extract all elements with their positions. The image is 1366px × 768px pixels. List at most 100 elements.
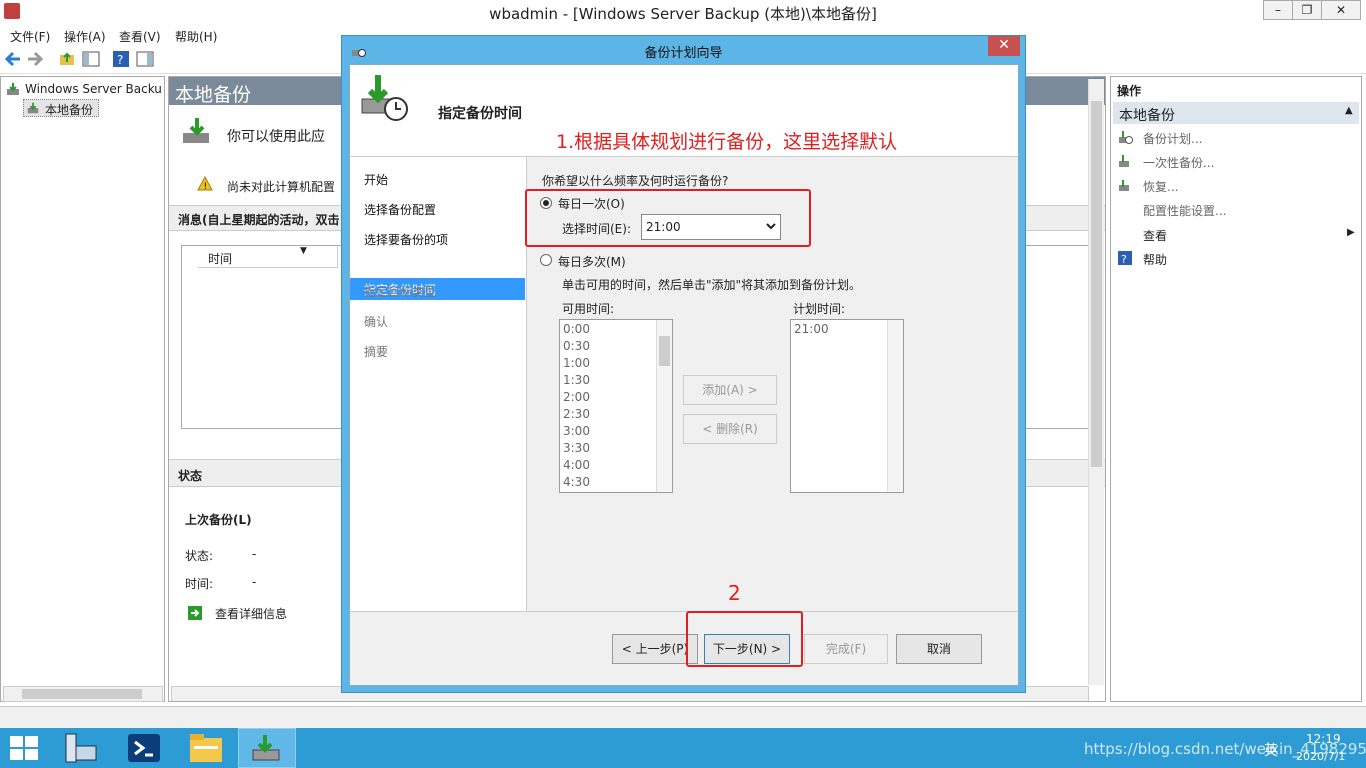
scheduled-times-list[interactable]: 21:00 — [790, 319, 904, 493]
server-backup-icon — [7, 83, 19, 95]
status-bar — [0, 706, 1366, 728]
step-target-type[interactable]: 指定目标类型 — [364, 283, 436, 300]
available-times-list[interactable]: 0:00 0:30 1:00 1:30 2:00 2:30 3:00 3:30 … — [559, 319, 673, 493]
minimize-button[interactable]: – — [1263, 0, 1293, 20]
tree-horizontal-scrollbar[interactable] — [3, 686, 163, 702]
time-option[interactable]: 0:30 — [563, 339, 590, 353]
menu-help[interactable]: 帮助(H) — [175, 28, 217, 45]
time-option[interactable]: 1:00 — [563, 356, 590, 370]
time-option[interactable]: 4:00 — [563, 458, 590, 472]
show-hide-tree-icon[interactable] — [82, 50, 100, 68]
status-header: 状态 — [178, 469, 203, 483]
svg-text:!: ! — [204, 182, 208, 192]
add-time-button[interactable]: 添加(A) > — [683, 375, 777, 405]
status-value: - — [252, 547, 257, 561]
show-hide-action-pane-icon[interactable] — [136, 50, 154, 68]
time-option[interactable]: 2:00 — [563, 390, 590, 404]
time-option[interactable]: 1:30 — [563, 373, 590, 387]
action-configure-performance[interactable]: 配置性能设置... — [1143, 202, 1226, 219]
menu-file[interactable]: 文件(F) — [10, 28, 50, 45]
scheduled-time[interactable]: 21:00 — [794, 322, 829, 336]
backup-large-icon — [183, 118, 209, 143]
taskbar: https://blog.csdn.net/weixin_41982957 英 … — [0, 728, 1366, 768]
help-icon[interactable]: ? — [112, 50, 130, 68]
details-arrow-icon — [188, 606, 202, 620]
available-times-label: 可用时间: — [562, 302, 615, 316]
tree-item-label: 本地备份 — [45, 103, 94, 117]
menu-view[interactable]: 查看(V) — [119, 28, 161, 45]
annotation-step-1: 1.根据具体规划进行备份，这里选择默认 — [556, 131, 898, 153]
center-heading: 本地备份 — [175, 84, 252, 106]
recover-icon — [1119, 180, 1129, 191]
step-summary[interactable]: 摘要 — [364, 343, 388, 360]
remove-time-button[interactable]: < 删除(R) — [683, 414, 777, 444]
multiple-daily-radio[interactable] — [540, 254, 552, 266]
time-option[interactable]: 3:00 — [563, 424, 590, 438]
wizard-title: 备份计划向导 — [644, 46, 723, 61]
actions-title: 操作 — [1117, 84, 1142, 98]
restore-button[interactable]: ❐ — [1292, 0, 1322, 20]
windows-start-icon[interactable] — [10, 736, 38, 760]
warning-text: 尚未对此计算机配置 — [227, 180, 336, 194]
time-option[interactable]: 3:30 — [563, 441, 590, 455]
annotation-step-2: 2 — [728, 581, 741, 605]
last-backup-heading: 上次备份(L) — [185, 513, 252, 527]
menu-action[interactable]: 操作(A) — [64, 28, 106, 45]
actions-section-bar[interactable]: 本地备份 ▲ — [1113, 102, 1359, 124]
action-backup-schedule[interactable]: 备份计划... — [1143, 130, 1202, 147]
ime-indicator[interactable]: 英 — [1264, 740, 1278, 760]
clock-date[interactable]: 2020/7/1 — [1296, 750, 1345, 763]
window-title-bar: wbadmin - [Windows Server Backup (本地)\本地… — [0, 0, 1366, 24]
wizard-body: 指定备份时间 开始 选择备份配置 选择要备份的项 指定备份时间 指定目标类型 确… — [349, 64, 1019, 686]
collapse-icon: ▲ — [1345, 105, 1353, 116]
svg-text:?: ? — [117, 53, 123, 67]
forward-arrow-icon[interactable] — [26, 50, 44, 68]
action-recover[interactable]: 恢复... — [1143, 178, 1178, 195]
file-explorer-icon[interactable] — [190, 734, 222, 762]
step-select-items[interactable]: 选择要备份的项 — [364, 231, 448, 248]
up-folder-icon[interactable] — [58, 50, 76, 68]
close-button[interactable]: ✕ — [1321, 0, 1361, 20]
time-label: 时间: — [185, 577, 214, 591]
backup-app-icon — [252, 735, 280, 761]
wizard-title-bar: 备份计划向导 ✕ — [342, 36, 1025, 64]
time-option[interactable]: 0:00 — [563, 322, 590, 336]
wizard-page-title: 指定备份时间 — [438, 106, 522, 122]
annotation-box-once-daily — [525, 189, 811, 247]
cancel-button[interactable]: 取消 — [896, 634, 982, 664]
warning-icon: ! — [197, 176, 213, 192]
frequency-question: 你希望以什么频率及何时运行备份? — [542, 174, 729, 188]
powershell-icon[interactable] — [128, 734, 160, 762]
step-start[interactable]: 开始 — [364, 171, 388, 188]
action-help[interactable]: 帮助 — [1143, 251, 1167, 268]
action-view[interactable]: 查看 — [1143, 227, 1167, 244]
time-option[interactable]: 4:30 — [563, 475, 590, 489]
multiple-daily-label[interactable]: 每日多次(M) — [558, 253, 626, 270]
wizard-close-button[interactable]: ✕ — [988, 36, 1020, 56]
taskbar-wbadmin-button[interactable] — [238, 728, 296, 768]
finish-button[interactable]: 完成(F) — [804, 634, 888, 664]
backup-schedule-large-icon — [361, 75, 408, 121]
col-header-time[interactable]: 时间 ▼ — [198, 246, 338, 268]
details-link[interactable]: 查看详细信息 — [215, 605, 287, 622]
available-times-scrollbar[interactable] — [656, 320, 672, 492]
center-vertical-scrollbar[interactable] — [1088, 79, 1104, 685]
tree-item-local-backup[interactable]: 本地备份 — [23, 99, 99, 117]
actions-section-title: 本地备份 — [1119, 108, 1175, 124]
action-backup-once[interactable]: 一次性备份... — [1143, 154, 1214, 171]
messages-header: 消息(自上星期起的活动，双击 — [178, 213, 340, 227]
scheduled-times-scrollbar[interactable] — [887, 320, 903, 492]
time-option[interactable]: 2:30 — [563, 407, 590, 421]
annotation-box-next — [686, 611, 803, 667]
clock-time[interactable]: 12:19 — [1306, 732, 1341, 746]
back-arrow-icon[interactable] — [4, 50, 22, 68]
window-title: wbadmin - [Windows Server Backup (本地)\本地… — [489, 5, 877, 23]
backup-once-icon — [1119, 155, 1129, 167]
server-manager-icon[interactable] — [64, 732, 98, 764]
help-action-icon: ? — [1118, 251, 1132, 266]
step-select-config[interactable]: 选择备份配置 — [364, 201, 436, 218]
tree-root-label[interactable]: Windows Server Backup — [25, 82, 163, 96]
wizard-footer: < 上一步(P) 下一步(N) > 完成(F) 取消 — [350, 611, 1018, 685]
step-confirm[interactable]: 确认 — [364, 313, 388, 330]
center-intro: 你可以使用此应 — [227, 129, 325, 145]
